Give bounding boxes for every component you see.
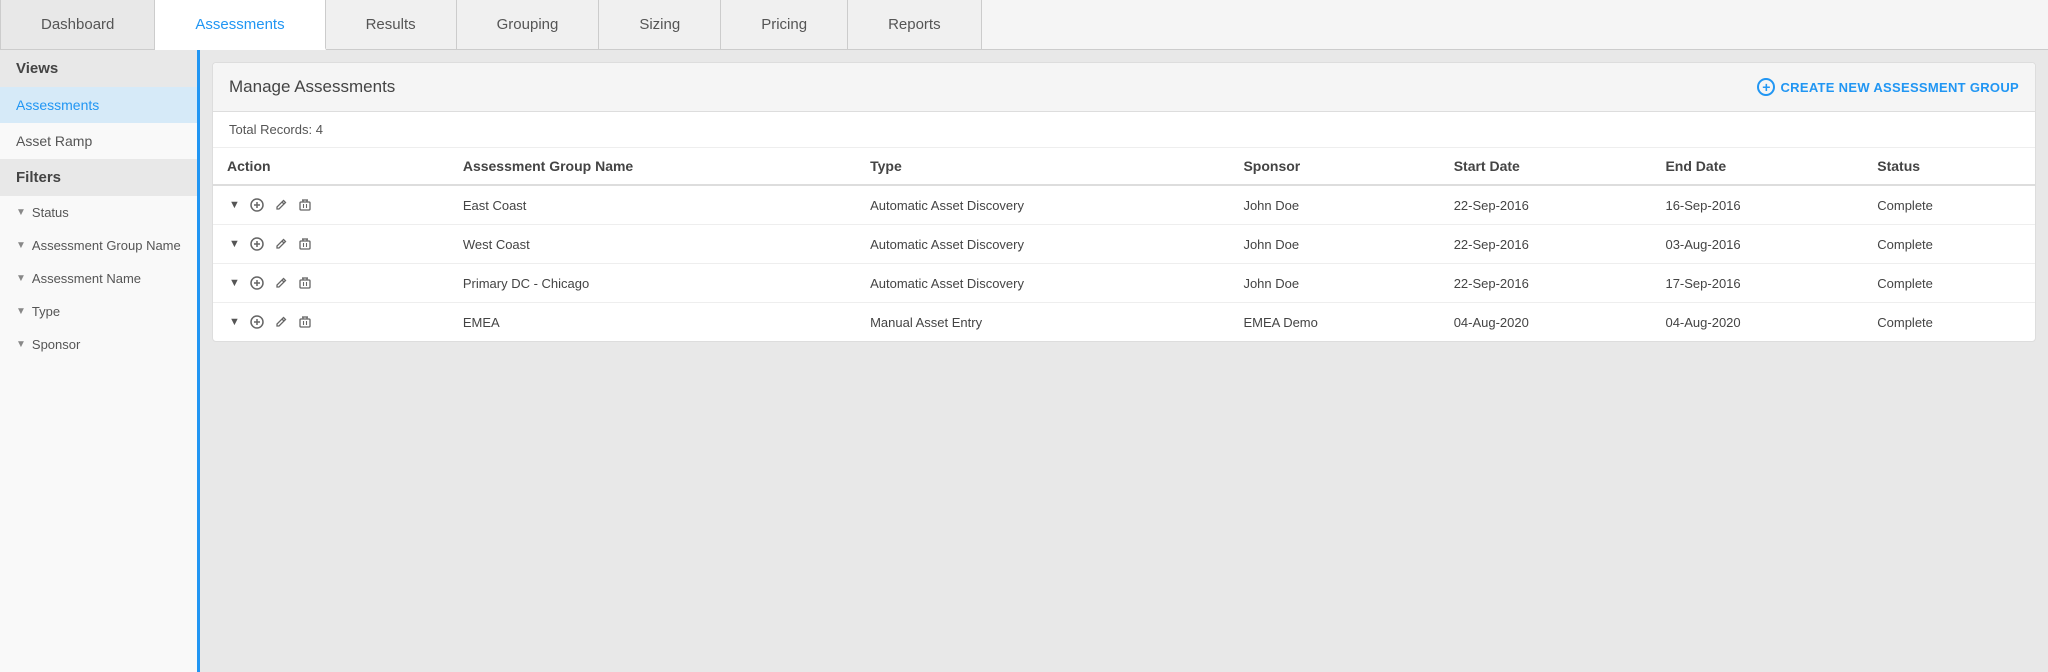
row-3-end-date: 04-Aug-2020 xyxy=(1651,303,1863,342)
row-3-status: Complete xyxy=(1863,303,2035,342)
add-icon[interactable] xyxy=(248,313,266,331)
top-navigation: DashboardAssessmentsResultsGroupingSizin… xyxy=(0,0,2048,50)
chevron-down-icon: ▼ xyxy=(16,240,26,251)
views-section-title: Views xyxy=(0,50,197,87)
table-header-row: Action Assessment Group Name Type Sponso… xyxy=(213,148,2035,185)
row-0-type: Automatic Asset Discovery xyxy=(856,185,1229,225)
manage-assessments-panel: Manage Assessments + CREATE NEW ASSESSME… xyxy=(212,62,2036,342)
filter-status-label: Status xyxy=(32,205,69,220)
expand-icon[interactable]: ▼ xyxy=(227,236,242,252)
add-icon[interactable] xyxy=(248,235,266,253)
assessments-table: Action Assessment Group Name Type Sponso… xyxy=(213,148,2035,341)
edit-icon[interactable] xyxy=(272,196,290,214)
col-status: Status xyxy=(1863,148,2035,185)
col-start-date: Start Date xyxy=(1440,148,1652,185)
expand-icon[interactable]: ▼ xyxy=(227,314,242,330)
col-action: Action xyxy=(213,148,449,185)
row-0-action: ▼ xyxy=(213,185,449,225)
table-row: ▼ xyxy=(213,303,2035,342)
filter-sponsor-label: Sponsor xyxy=(32,337,80,352)
row-2-name: Primary DC - Chicago xyxy=(449,264,856,303)
row-0-sponsor: John Doe xyxy=(1229,185,1439,225)
edit-icon[interactable] xyxy=(272,235,290,253)
filter-assessment-group-name-label: Assessment Group Name xyxy=(32,238,181,253)
row-1-end-date: 03-Aug-2016 xyxy=(1651,225,1863,264)
delete-icon[interactable] xyxy=(296,274,314,292)
row-1-start-date: 22-Sep-2016 xyxy=(1440,225,1652,264)
row-3-type: Manual Asset Entry xyxy=(856,303,1229,342)
tab-pricing[interactable]: Pricing xyxy=(721,0,848,49)
row-2-type: Automatic Asset Discovery xyxy=(856,264,1229,303)
row-1-action: ▼ xyxy=(213,225,449,264)
panel-title: Manage Assessments xyxy=(229,77,395,97)
row-3-start-date: 04-Aug-2020 xyxy=(1440,303,1652,342)
sidebar-item-asset-ramp[interactable]: Asset Ramp xyxy=(0,123,197,159)
table-row: ▼ xyxy=(213,185,2035,225)
filter-type-label: Type xyxy=(32,304,60,319)
table-row: ▼ xyxy=(213,264,2035,303)
chevron-down-icon: ▼ xyxy=(16,306,26,317)
col-assessment-group-name: Assessment Group Name xyxy=(449,148,856,185)
edit-icon[interactable] xyxy=(272,274,290,292)
expand-icon[interactable]: ▼ xyxy=(227,275,242,291)
row-2-sponsor: John Doe xyxy=(1229,264,1439,303)
row-3-name: EMEA xyxy=(449,303,856,342)
sidebar: Views Assessments Asset Ramp Filters ▼ S… xyxy=(0,50,200,672)
filter-assessment-name-label: Assessment Name xyxy=(32,271,141,286)
chevron-down-icon: ▼ xyxy=(16,273,26,284)
tab-grouping[interactable]: Grouping xyxy=(457,0,600,49)
table-row: ▼ xyxy=(213,225,2035,264)
main-layout: Views Assessments Asset Ramp Filters ▼ S… xyxy=(0,50,2048,672)
col-type: Type xyxy=(856,148,1229,185)
row-3-sponsor: EMEA Demo xyxy=(1229,303,1439,342)
add-icon[interactable] xyxy=(248,196,266,214)
filter-type[interactable]: ▼ Type xyxy=(0,295,197,328)
row-0-status: Complete xyxy=(1863,185,2035,225)
col-end-date: End Date xyxy=(1651,148,1863,185)
tab-results[interactable]: Results xyxy=(326,0,457,49)
chevron-down-icon: ▼ xyxy=(16,339,26,350)
delete-icon[interactable] xyxy=(296,196,314,214)
tab-dashboard[interactable]: Dashboard xyxy=(0,0,155,49)
filter-assessment-group-name[interactable]: ▼ Assessment Group Name xyxy=(0,229,197,262)
delete-icon[interactable] xyxy=(296,235,314,253)
row-0-end-date: 16-Sep-2016 xyxy=(1651,185,1863,225)
delete-icon[interactable] xyxy=(296,313,314,331)
row-2-end-date: 17-Sep-2016 xyxy=(1651,264,1863,303)
row-0-start-date: 22-Sep-2016 xyxy=(1440,185,1652,225)
main-content: Manage Assessments + CREATE NEW ASSESSME… xyxy=(200,50,2048,672)
add-icon[interactable] xyxy=(248,274,266,292)
row-2-status: Complete xyxy=(1863,264,2035,303)
edit-icon[interactable] xyxy=(272,313,290,331)
plus-circle-icon: + xyxy=(1757,78,1775,96)
filter-sponsor[interactable]: ▼ Sponsor xyxy=(0,328,197,361)
row-1-type: Automatic Asset Discovery xyxy=(856,225,1229,264)
row-2-action: ▼ xyxy=(213,264,449,303)
filters-section-title: Filters xyxy=(0,159,197,196)
col-sponsor: Sponsor xyxy=(1229,148,1439,185)
panel-header: Manage Assessments + CREATE NEW ASSESSME… xyxy=(213,63,2035,112)
expand-icon[interactable]: ▼ xyxy=(227,197,242,213)
row-1-name: West Coast xyxy=(449,225,856,264)
row-2-start-date: 22-Sep-2016 xyxy=(1440,264,1652,303)
tab-assessments[interactable]: Assessments xyxy=(155,0,325,50)
tab-sizing[interactable]: Sizing xyxy=(599,0,721,49)
tab-reports[interactable]: Reports xyxy=(848,0,982,49)
total-records: Total Records: 4 xyxy=(213,112,2035,148)
row-0-name: East Coast xyxy=(449,185,856,225)
filter-status[interactable]: ▼ Status xyxy=(0,196,197,229)
chevron-down-icon: ▼ xyxy=(16,207,26,218)
row-1-sponsor: John Doe xyxy=(1229,225,1439,264)
filter-assessment-name[interactable]: ▼ Assessment Name xyxy=(0,262,197,295)
sidebar-item-assessments[interactable]: Assessments xyxy=(0,87,197,123)
create-btn-label: CREATE NEW ASSESSMENT GROUP xyxy=(1780,80,2019,95)
row-3-action: ▼ xyxy=(213,303,449,342)
row-1-status: Complete xyxy=(1863,225,2035,264)
create-assessment-group-button[interactable]: + CREATE NEW ASSESSMENT GROUP xyxy=(1757,78,2019,96)
